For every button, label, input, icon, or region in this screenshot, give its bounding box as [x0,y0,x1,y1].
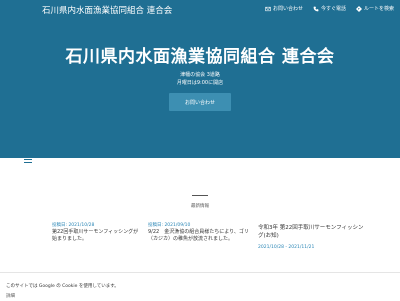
menu-icon[interactable] [24,156,32,163]
hero-hours: 月曜日は9:00に開店 [176,80,224,86]
nav-contact-label: お問い合わせ [272,6,303,12]
nav-call-label: 今すぐ電話 [320,6,346,12]
cookie-banner: このサイトでは Google の Cookie を使用しています。 詳細 [0,272,400,301]
news-title-3[interactable]: 令和3年 第22回手取川サーモンフィッシング(お知) [258,224,368,240]
cookie-details-link[interactable]: 詳細 [6,293,15,299]
nav-route[interactable]: ルートを検索 [355,5,394,12]
top-bar: 石川県内水面漁業協同組合 連合会 お問い合わせ 今すぐ電話 ルートを検索 [0,0,400,20]
route-icon [355,5,362,12]
news-date-2: 投稿日: 2021/09/10 [148,223,191,228]
section-divider [192,195,208,196]
news-date-1: 投稿日: 2021/10/28 [52,223,95,228]
site-title[interactable]: 石川県内水面漁業協同組合 連合会 [42,4,172,16]
phone-icon [313,6,319,11]
top-nav: お問い合わせ 今すぐ電話 ルートを検索 [265,5,394,12]
news-body-1[interactable]: 第22回手取川サーモンフィッシングが始まりました。 [52,229,142,243]
news-body-2[interactable]: 9/22 金沢漁協の組合員様たちにより、ゴリ（カジカ）の稚魚が放流されました。 [148,229,250,243]
hero-title: 石川県内水面漁業協同組合 連合会 [65,47,335,67]
nav-route-label: ルートを検索 [363,6,394,12]
cookie-text: このサイトでは Google の Cookie を使用しています。 [6,284,119,289]
news-date-3: 2021/10/28 - 2021/11/21 [258,245,315,250]
nav-contact[interactable]: お問い合わせ [265,5,303,12]
hero-address: 津幡の協会 3道路 [180,72,220,78]
mail-icon [265,6,271,11]
nav-call[interactable]: 今すぐ電話 [313,5,346,12]
hero-section: 石川県内水面漁業協同組合 連合会 津幡の協会 3道路 月曜日は9:00に開店 お… [0,20,400,158]
news-section-title: 最新情報 [191,204,209,209]
contact-button[interactable]: お問い合わせ [169,93,231,111]
